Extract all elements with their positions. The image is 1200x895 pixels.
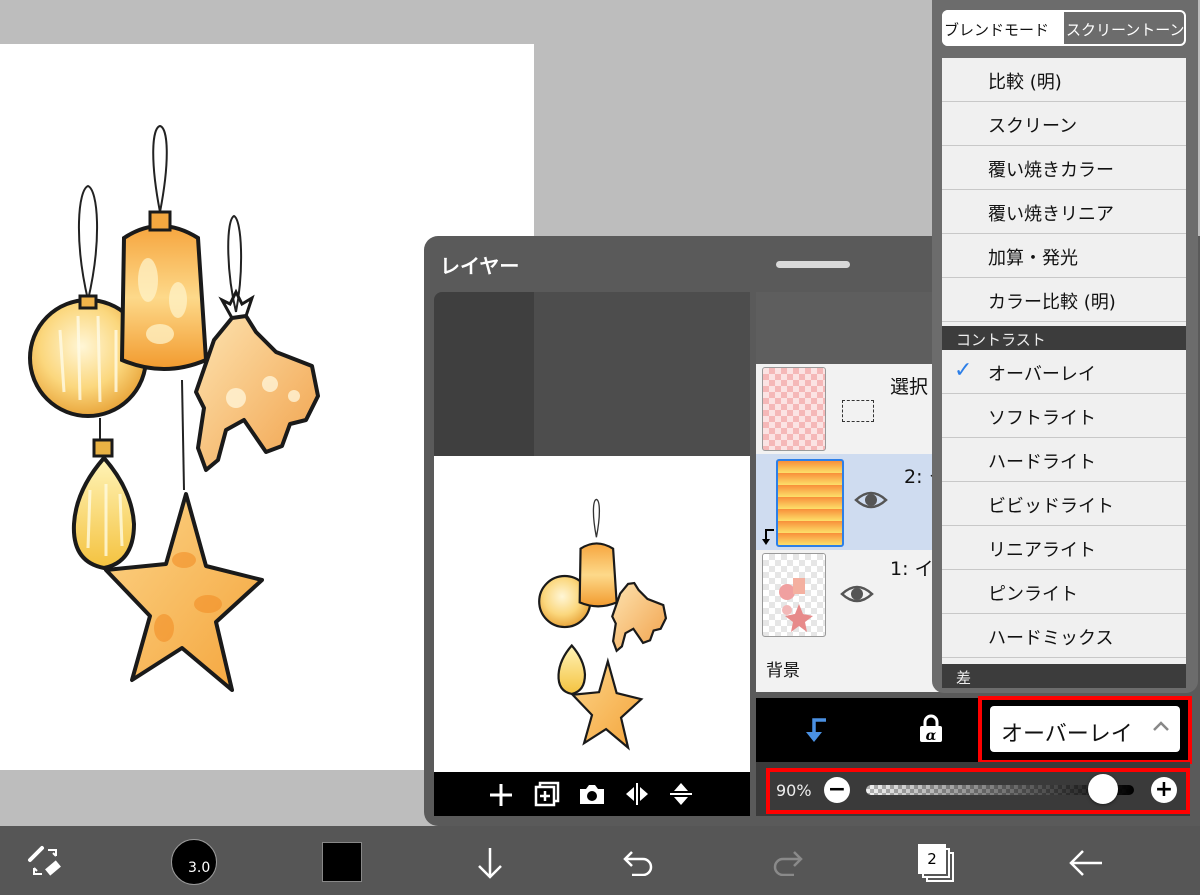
layer-name: 背景: [766, 661, 800, 681]
blend-item-label: ハードライト: [988, 452, 1096, 473]
blend-item[interactable]: 覆い焼きカラー: [942, 146, 1186, 190]
blend-item[interactable]: 加算・発光: [942, 234, 1186, 278]
brush-eraser-swap-icon[interactable]: [26, 844, 66, 880]
blend-item[interactable]: スクリーン: [942, 102, 1186, 146]
blend-item-label: ビビッドライト: [988, 496, 1114, 517]
blend-item-label: 比較 (明): [988, 72, 1062, 93]
blend-item-label: オーバーレイ: [988, 364, 1096, 385]
preview-canvas[interactable]: [434, 456, 750, 772]
blend-section-header: 差: [942, 664, 1186, 688]
svg-text:α: α: [926, 728, 937, 744]
blend-item-label: ピンライト: [988, 584, 1078, 605]
selection-marquee-icon: [842, 400, 874, 422]
highlight-box-opacity: [766, 768, 1190, 814]
layer-count: 2: [918, 844, 946, 874]
preview-shade: [534, 292, 750, 456]
tab-screentone[interactable]: スクリーントーン: [1066, 19, 1185, 40]
preview-toolbar: [434, 772, 750, 816]
undo-icon[interactable]: [622, 848, 656, 876]
brush-size-value: 3.0: [188, 860, 211, 876]
visibility-eye-icon[interactable]: [840, 582, 874, 606]
layer-thumbnail: [762, 367, 826, 451]
camera-icon[interactable]: [578, 782, 606, 806]
blend-section-label: コントラスト: [956, 331, 1046, 349]
brush-size-icon[interactable]: 3.0: [171, 839, 217, 885]
blend-section-label: 差: [956, 669, 972, 687]
blend-item-label: スクリーン: [988, 116, 1078, 137]
blend-item-label: 覆い焼きカラー: [988, 160, 1114, 181]
visibility-eye-icon[interactable]: [854, 488, 888, 512]
blend-item[interactable]: ソフトライト: [942, 394, 1186, 438]
download-icon[interactable]: [476, 846, 504, 880]
layer-panel-title: レイヤー: [440, 254, 520, 278]
layer-thumbnail: [762, 553, 826, 637]
blend-item-label: 覆い焼きリニア: [988, 204, 1114, 225]
tab-blend-mode-label: ブレンドモード: [944, 21, 1050, 39]
blend-section-header: コントラスト: [942, 326, 1186, 350]
blend-item[interactable]: ピンライト: [942, 570, 1186, 614]
clip-arrow-icon: [762, 529, 774, 545]
blend-item[interactable]: ハードミックス: [942, 614, 1186, 658]
plus-icon[interactable]: [488, 782, 514, 808]
blend-item-label: 加算・発光: [988, 248, 1078, 269]
blend-item[interactable]: カラー比較 (明): [942, 278, 1186, 322]
blend-item-label: カラー比較 (明): [988, 292, 1116, 313]
blend-item-selected[interactable]: ✓ オーバーレイ: [942, 350, 1186, 394]
redo-icon[interactable]: [770, 848, 804, 876]
blend-item[interactable]: ハードライト: [942, 438, 1186, 482]
preview-illustration: [538, 498, 668, 751]
blend-item[interactable]: リニアライト: [942, 526, 1186, 570]
highlight-box-blend: [978, 696, 1192, 764]
layers-icon[interactable]: 2: [918, 844, 954, 882]
panel-drag-handle[interactable]: [776, 261, 850, 268]
blend-item[interactable]: ビビッドライト: [942, 482, 1186, 526]
flip-horizontal-icon[interactable]: [624, 781, 650, 807]
checkmark-icon: ✓: [954, 358, 973, 383]
blend-item-label: リニアライト: [988, 540, 1096, 561]
blend-item-label: ハードミックス: [988, 628, 1114, 649]
back-icon[interactable]: [1068, 848, 1104, 878]
blend-item[interactable]: 覆い焼きリニア: [942, 190, 1186, 234]
clipping-icon[interactable]: [802, 716, 828, 744]
blend-item[interactable]: 比較 (明): [942, 58, 1186, 102]
color-swatch[interactable]: [322, 842, 362, 882]
flip-vertical-icon[interactable]: [668, 781, 694, 807]
alpha-lock-icon[interactable]: α: [918, 714, 944, 744]
illustration-thumbnail: [779, 578, 813, 632]
duplicate-icon[interactable]: [534, 781, 560, 807]
layer-thumbnail: [776, 459, 844, 547]
blend-item-label: ソフトライト: [988, 408, 1096, 429]
